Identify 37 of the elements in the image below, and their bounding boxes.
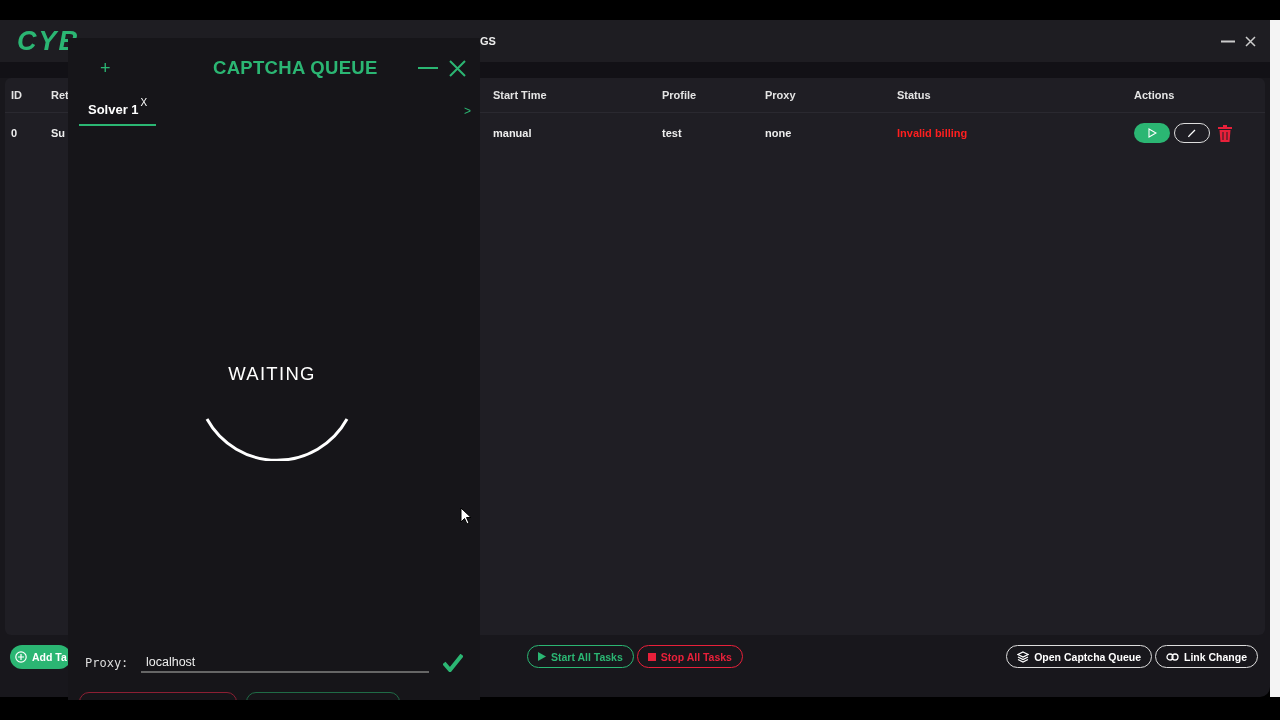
link-icon (1166, 652, 1179, 661)
minimize-icon[interactable] (418, 66, 438, 70)
column-header: Ret (51, 89, 70, 101)
trash-icon[interactable] (1218, 124, 1232, 142)
cursor-icon (460, 507, 472, 525)
column-header: Status (897, 89, 932, 101)
add-solver-button[interactable]: + (100, 57, 213, 79)
table-cell-text: test (662, 127, 683, 139)
checkmark-icon[interactable] (443, 654, 463, 672)
table-cell-text: none (765, 127, 793, 139)
close-icon[interactable] (449, 59, 466, 77)
start-button[interactable] (1134, 123, 1170, 143)
stop-icon (647, 652, 656, 661)
status-text: Invalid billing (897, 127, 969, 139)
column-header: Start Time (493, 89, 548, 101)
column-header: ID (11, 89, 23, 101)
close-icon[interactable] (1245, 35, 1256, 47)
play-icon (1147, 128, 1157, 138)
proxy-field[interactable]: localhost (141, 653, 429, 673)
status-text: WAITING (228, 363, 316, 385)
nav-tab[interactable]: GS (480, 35, 1221, 47)
column-header: Proxy (765, 89, 797, 101)
proxy-label: Proxy: (85, 656, 130, 670)
minimize-icon[interactable] (1221, 39, 1235, 43)
next-tab-button[interactable]: > (464, 98, 471, 118)
plus-circle-icon (15, 650, 27, 663)
column-header: Profile (662, 89, 698, 101)
column-header: Actions (1134, 89, 1176, 101)
tab-close-button[interactable]: X (140, 97, 148, 124)
pencil-icon (1187, 128, 1197, 138)
table-cell-text: manual (493, 127, 533, 139)
table-cell-text: Su (51, 127, 67, 139)
loading-spinner-icon (205, 417, 349, 461)
play-icon (538, 652, 546, 661)
layers-icon (1017, 650, 1030, 663)
panel-title: CAPTCHA QUEUE (213, 57, 379, 79)
table-cell-text: 0 (11, 127, 19, 139)
